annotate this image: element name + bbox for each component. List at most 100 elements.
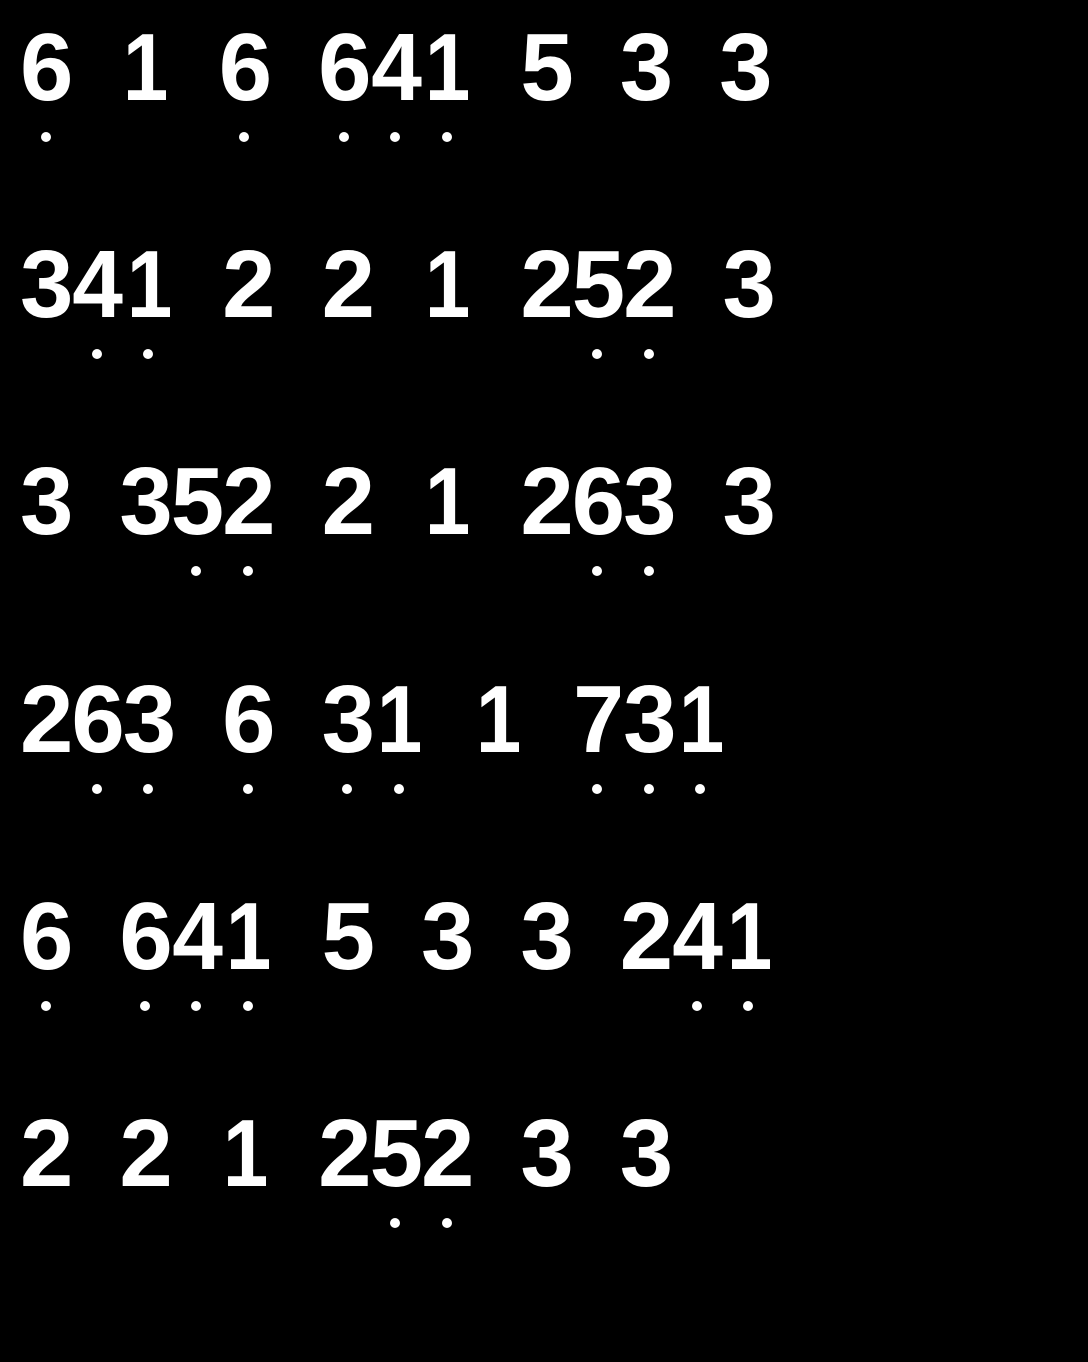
notation-digit: 1 xyxy=(119,20,170,116)
digit-numeral: 2 xyxy=(322,454,373,550)
notation-digit: 2 xyxy=(322,454,373,550)
underdot-icon xyxy=(41,1001,51,1011)
underdot-icon xyxy=(239,132,249,142)
notation-digit: 2 xyxy=(520,454,571,550)
notation-digit: 6 xyxy=(20,889,71,985)
notation-token: 731 xyxy=(572,672,726,768)
notation-row: 2636311731 xyxy=(20,672,1068,768)
digit-numeral: 5 xyxy=(171,454,222,550)
notation-page: 6166415333412212523335221263326363117316… xyxy=(0,0,1088,1362)
digit-numeral: 7 xyxy=(573,672,622,768)
notation-digit: 1 xyxy=(421,454,472,550)
notation-token: 3 xyxy=(20,454,71,550)
notation-token: 641 xyxy=(119,889,273,985)
underdot-icon xyxy=(442,1218,452,1228)
digit-numeral: 2 xyxy=(520,237,571,333)
underdot-icon xyxy=(41,132,51,142)
notation-digit: 1 xyxy=(421,20,472,116)
underdot-icon xyxy=(644,784,654,794)
notation-row: 3352212633 xyxy=(20,454,1068,550)
digit-numeral: 6 xyxy=(572,454,623,550)
notation-digit: 3 xyxy=(20,454,71,550)
notation-digit: 2 xyxy=(222,237,273,333)
notation-token: 3 xyxy=(620,1106,671,1202)
underdot-icon xyxy=(92,784,102,794)
notation-token: 6 xyxy=(20,20,71,116)
notation-digit: 1 xyxy=(222,889,273,985)
notation-digit: 2 xyxy=(520,237,571,333)
notation-digit: 3 xyxy=(520,1106,571,1202)
notation-digit: 3 xyxy=(623,672,674,768)
underdot-icon xyxy=(743,1001,753,1011)
notation-row: 6641533241 xyxy=(20,889,1068,985)
digit-numeral: 1 xyxy=(223,1106,267,1202)
notation-digit: 5 xyxy=(520,20,571,116)
digit-numeral: 1 xyxy=(377,672,421,768)
notation-token: 6 xyxy=(219,20,270,116)
notation-token: 1 xyxy=(119,20,170,116)
digit-numeral: 6 xyxy=(318,20,369,116)
notation-digit: 1 xyxy=(123,237,174,333)
notation-digit: 2 xyxy=(119,1106,170,1202)
digit-numeral: 4 xyxy=(172,889,221,985)
notation-digit: 2 xyxy=(421,1106,472,1202)
digit-numeral: 2 xyxy=(318,1106,369,1202)
digit-numeral: 6 xyxy=(20,889,71,985)
digit-numeral: 3 xyxy=(421,889,472,985)
notation-digit: 3 xyxy=(20,237,71,333)
digit-numeral: 3 xyxy=(520,889,571,985)
notation-digit: 4 xyxy=(71,237,122,333)
notation-digit: 7 xyxy=(572,672,623,768)
notation-digit: 2 xyxy=(322,237,373,333)
notation-digit: 1 xyxy=(723,889,774,985)
digit-numeral: 2 xyxy=(20,1106,71,1202)
digit-numeral: 6 xyxy=(20,20,71,116)
digit-numeral: 2 xyxy=(623,237,674,333)
notation-digit: 1 xyxy=(675,672,726,768)
digit-numeral: 3 xyxy=(119,454,170,550)
notation-token: 3 xyxy=(520,1106,571,1202)
digit-numeral: 2 xyxy=(421,1106,472,1202)
notation-digit: 5 xyxy=(322,889,373,985)
notation-digit: 6 xyxy=(222,672,273,768)
notation-digit: 6 xyxy=(318,20,369,116)
underdot-icon xyxy=(342,784,352,794)
digit-numeral: 6 xyxy=(71,672,122,768)
underdot-icon xyxy=(143,349,153,359)
notation-token: 5 xyxy=(322,889,373,985)
underdot-icon xyxy=(140,1001,150,1011)
digit-numeral: 2 xyxy=(222,237,273,333)
notation-token: 352 xyxy=(119,454,273,550)
notation-token: 3 xyxy=(520,889,571,985)
notation-row: 3412212523 xyxy=(20,237,1068,333)
notation-token: 6 xyxy=(222,672,273,768)
underdot-icon xyxy=(243,566,253,576)
digit-numeral: 4 xyxy=(73,237,122,333)
underdot-icon xyxy=(143,784,153,794)
underdot-icon xyxy=(243,784,253,794)
notation-token: 2 xyxy=(322,454,373,550)
digit-numeral: 3 xyxy=(719,20,770,116)
notation-token: 3 xyxy=(421,889,472,985)
notation-digit: 5 xyxy=(171,454,222,550)
notation-digit: 3 xyxy=(620,20,671,116)
notation-digit: 3 xyxy=(119,454,170,550)
digit-numeral: 3 xyxy=(123,672,174,768)
notation-digit: 3 xyxy=(723,237,774,333)
notation-token: 31 xyxy=(322,672,425,768)
digit-numeral: 1 xyxy=(425,454,469,550)
notation-digit: 3 xyxy=(623,454,674,550)
notation-row: 22125233 xyxy=(20,1106,1068,1202)
notation-token: 3 xyxy=(723,237,774,333)
notation-digit: 3 xyxy=(322,672,373,768)
underdot-icon xyxy=(191,566,201,576)
notation-digit: 5 xyxy=(572,237,623,333)
digit-numeral: 3 xyxy=(20,237,71,333)
notation-token: 263 xyxy=(20,672,174,768)
notation-digit: 3 xyxy=(620,1106,671,1202)
notation-digit: 6 xyxy=(119,889,170,985)
notation-digit: 2 xyxy=(20,1106,71,1202)
notation-digit: 5 xyxy=(370,1106,421,1202)
digit-numeral: 2 xyxy=(520,454,571,550)
notation-token: 1 xyxy=(472,672,523,768)
